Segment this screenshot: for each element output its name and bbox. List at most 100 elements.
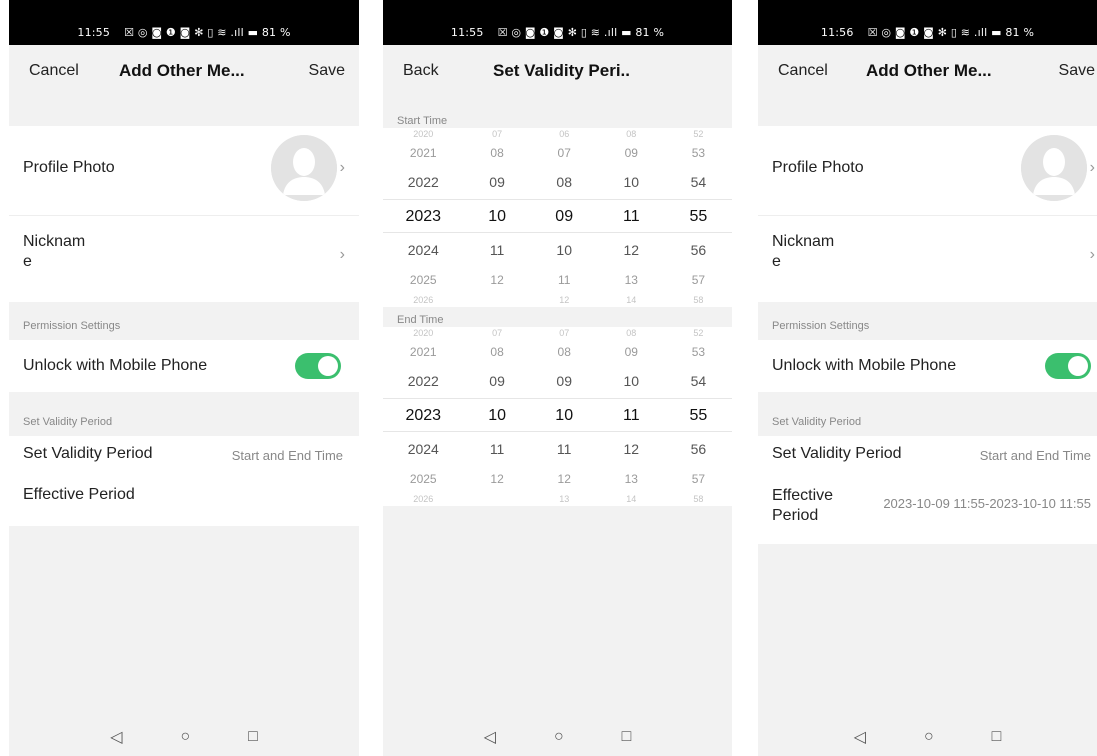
recents-icon[interactable]: □ — [248, 728, 258, 746]
end-picker-row[interactable]: 2024 11 11 12 56 — [383, 432, 732, 466]
avatar — [271, 135, 337, 201]
start-picker-cell: 13 — [624, 273, 638, 287]
start-picker-cell: 08 — [490, 146, 504, 160]
status-icons: ☒ ◎ ◙ ❶ ◙ ✻ ▯ ≋ .ıll ▬ 81 % — [497, 26, 665, 39]
end-picker-cell: 56 — [690, 441, 707, 457]
status-time: 11:55 — [450, 26, 484, 39]
end-picker-cell: 2025 — [409, 472, 437, 486]
back-button[interactable]: Back — [403, 62, 439, 80]
home-icon[interactable]: ○ — [924, 728, 934, 746]
system-nav-bar: ◁ ○ □ — [383, 718, 732, 756]
end-picker-cell: 12 — [557, 472, 571, 486]
end-picker-cell: 52 — [693, 328, 704, 338]
end-picker-cell: 09 — [624, 345, 638, 359]
status-time: 11:55 — [77, 26, 111, 39]
start-picker-cell: 08 — [556, 174, 572, 190]
end-picker-cell: 08 — [626, 328, 637, 338]
end-picker-cell: 08 — [557, 345, 571, 359]
start-time-label: Start Time — [383, 114, 732, 128]
start-picker-row[interactable]: 2024 11 10 12 56 — [383, 233, 732, 267]
start-time-picker[interactable]: 2020 07 06 08 52 2021 08 07 09 53 2022 09 08 10 54 2023… — [383, 128, 732, 307]
nickname-label: Nicknam e — [23, 233, 86, 270]
start-picker-cell: 2024 — [407, 242, 439, 258]
profile-photo-label: Profile Photo — [23, 159, 115, 176]
nickname-row[interactable]: Nicknam e › — [9, 215, 359, 302]
validity-section-header: Set Validity Period — [9, 392, 359, 436]
validity-label: Set Validity Period — [772, 445, 902, 462]
back-icon[interactable]: ◁ — [854, 727, 866, 747]
unlock-toggle[interactable] — [1045, 353, 1091, 379]
effective-label: Effective Period — [23, 486, 135, 503]
person-placeholder-icon — [271, 135, 337, 201]
end-picker-cell: 13 — [559, 494, 570, 504]
start-picker-cell: 2020 — [413, 129, 434, 139]
effective-label: Effective Period — [772, 487, 834, 524]
profile-photo-row[interactable]: Profile Photo › — [758, 126, 1097, 215]
unlock-toggle[interactable] — [295, 353, 341, 379]
start-picker-cell: 2026 — [413, 295, 434, 305]
permission-section-header: Permission Settings — [9, 302, 359, 340]
nav-bar: Cancel Add Other Me... Save — [9, 45, 359, 100]
start-picker-row[interactable]: 2025 12 11 13 57 — [383, 267, 732, 293]
status-bar: 11:55 ☒ ◎ ◙ ❶ ◙ ✻ ▯ ≋ .ıll ▬ 81 % — [9, 0, 359, 45]
end-picker-cell: 12 — [623, 441, 640, 457]
validity-row[interactable]: Set Validity Period Start and End Time — [758, 436, 1097, 476]
person-placeholder-icon — [1021, 135, 1087, 201]
end-time-picker[interactable]: 2020 07 07 08 52 2021 08 08 09 53 2022 09 09 10 54 2023… — [383, 327, 732, 506]
end-picker-row[interactable]: 2022 09 09 10 54 — [383, 365, 732, 398]
profile-photo-row[interactable]: Profile Photo › — [9, 126, 359, 215]
chevron-right-icon: › — [1089, 159, 1095, 176]
end-picker-cell: 2021 — [409, 345, 437, 359]
cancel-button[interactable]: Cancel — [29, 62, 79, 80]
start-picker-row[interactable]: 2023 10 09 11 55 — [383, 199, 732, 233]
start-picker-cell: 52 — [693, 129, 704, 139]
end-picker-cell: 10 — [488, 407, 506, 424]
start-picker-cell: 14 — [626, 295, 637, 305]
start-picker-row[interactable]: 2026 12 14 58 — [383, 293, 732, 307]
start-picker-cell: 09 — [489, 174, 505, 190]
save-button[interactable]: Save — [1059, 62, 1095, 80]
end-picker-cell: 07 — [492, 328, 503, 338]
start-picker-row[interactable]: 2020 07 06 08 52 — [383, 128, 732, 140]
end-picker-cell: 2024 — [407, 441, 439, 457]
home-icon[interactable]: ○ — [180, 728, 190, 746]
recents-icon[interactable]: □ — [992, 728, 1002, 746]
end-picker-cell: 55 — [689, 407, 708, 424]
back-icon[interactable]: ◁ — [110, 727, 122, 747]
start-picker-cell — [464, 293, 531, 307]
nickname-row[interactable]: Nicknam e › — [758, 215, 1097, 302]
chevron-right-icon: › — [339, 246, 345, 263]
end-picker-row[interactable]: 2025 12 12 13 57 — [383, 466, 732, 492]
start-picker-cell: 55 — [689, 208, 708, 225]
end-picker-cell: 12 — [490, 472, 504, 486]
start-picker-cell: 2025 — [409, 273, 437, 287]
back-icon[interactable]: ◁ — [484, 727, 496, 747]
end-picker-cell: 11 — [623, 407, 640, 424]
end-picker-row[interactable]: 2020 07 07 08 52 — [383, 327, 732, 339]
end-picker-row[interactable]: 2021 08 08 09 53 — [383, 339, 732, 365]
end-picker-cell: 57 — [691, 472, 706, 486]
cancel-button[interactable]: Cancel — [778, 62, 828, 80]
end-picker-cell: 54 — [690, 373, 707, 389]
start-picker-cell: 54 — [690, 174, 707, 190]
effective-row: Effective Period — [9, 476, 359, 524]
home-icon[interactable]: ○ — [554, 728, 564, 746]
validity-row[interactable]: Set Validity Period Start and End Time — [9, 436, 359, 476]
start-picker-cell: 11 — [623, 208, 640, 225]
end-picker-row[interactable]: 2023 10 10 11 55 — [383, 398, 732, 432]
nickname-label: Nicknam e — [772, 233, 835, 270]
section-title: Permission Settings — [772, 320, 870, 332]
start-picker-row[interactable]: 2022 09 08 10 54 — [383, 166, 732, 199]
end-picker-row[interactable]: 2026 13 14 58 — [383, 492, 732, 506]
start-picker-cell: 57 — [691, 273, 706, 287]
recents-icon[interactable]: □ — [622, 728, 632, 746]
end-picker-cell: 08 — [490, 345, 504, 359]
screen-add-other-member: 11:55 ☒ ◎ ◙ ❶ ◙ ✻ ▯ ≋ .ıll ▬ 81 % Cancel… — [9, 0, 359, 756]
page-title: Set Validity Peri.. — [493, 61, 631, 80]
start-picker-row[interactable]: 2021 08 07 09 53 — [383, 140, 732, 166]
save-button[interactable]: Save — [309, 62, 345, 80]
end-picker-cell: 10 — [555, 407, 574, 424]
profile-photo-label: Profile Photo — [772, 159, 864, 176]
unlock-label: Unlock with Mobile Phone — [772, 357, 957, 374]
screen-add-other-member-filled: 11:56 ☒ ◎ ◙ ❶ ◙ ✻ ▯ ≋ .ıll ▬ 81 % Cancel… — [758, 0, 1097, 756]
